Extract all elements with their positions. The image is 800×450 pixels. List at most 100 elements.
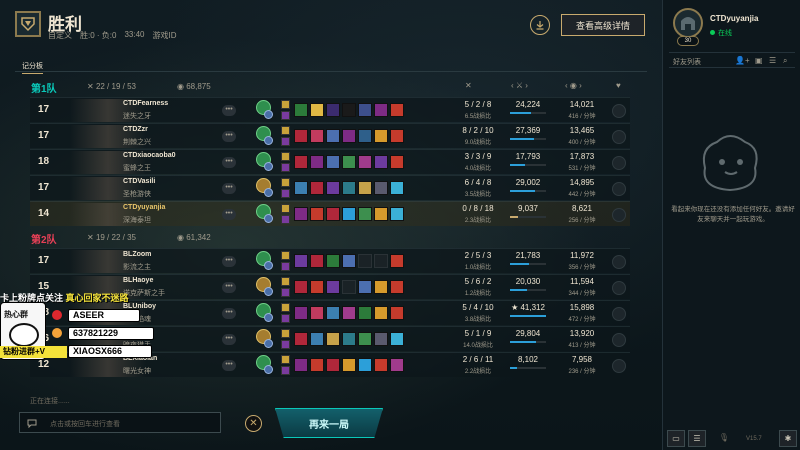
missions-icon[interactable]: ☰ <box>688 430 706 447</box>
summoner-spell-icon[interactable] <box>281 262 290 271</box>
help-icon[interactable]: ✱ <box>779 430 797 447</box>
summoner-name[interactable]: CTDZzr <box>123 126 148 133</box>
item-icon[interactable] <box>342 181 356 195</box>
more-options-button[interactable]: ••• <box>222 105 236 116</box>
search-icon[interactable]: ⌕ <box>783 56 787 66</box>
item-icon[interactable] <box>358 155 372 169</box>
player-row[interactable]: 17 CTDFearness 迷失之牙 ••• 5 / 2 / 8 6.5战损比 24,22… <box>30 97 630 122</box>
summoner-spell-icon[interactable] <box>281 111 290 120</box>
item-icon[interactable] <box>310 280 324 294</box>
item-icon[interactable] <box>310 358 324 372</box>
flash-spell-icon[interactable] <box>281 303 290 312</box>
more-options-button[interactable]: ••• <box>222 157 236 168</box>
item-icon[interactable] <box>294 181 308 195</box>
summoner-spell-icon[interactable] <box>281 215 290 224</box>
item-icon[interactable] <box>374 129 388 143</box>
honor-button[interactable] <box>612 208 626 222</box>
flash-spell-icon[interactable] <box>281 100 290 109</box>
player-row[interactable]: 14 CTDyuyanjia 深海泰坦 ••• 0 / 8 / 18 2.3战损比 9,03… <box>30 201 630 226</box>
close-button[interactable]: ✕ <box>245 415 262 432</box>
item-icon[interactable] <box>326 155 340 169</box>
item-icon[interactable] <box>310 254 324 268</box>
item-icon[interactable] <box>374 181 388 195</box>
item-icon[interactable] <box>342 306 356 320</box>
item-icon[interactable] <box>358 207 372 221</box>
chat-input[interactable]: 点击或按回车进行查看 <box>19 412 221 433</box>
item-icon[interactable] <box>390 103 404 117</box>
item-icon[interactable] <box>294 129 308 143</box>
item-icon[interactable] <box>326 207 340 221</box>
damage-column-icon[interactable]: ‹ ⚔ › <box>511 81 528 90</box>
item-icon[interactable] <box>374 103 388 117</box>
add-folder-icon[interactable]: ▣ <box>755 56 763 65</box>
item-icon[interactable] <box>342 358 356 372</box>
more-options-button[interactable]: ••• <box>222 334 236 345</box>
item-icon[interactable] <box>310 181 324 195</box>
honor-button[interactable] <box>612 359 626 373</box>
item-icon[interactable] <box>390 306 404 320</box>
item-icon[interactable] <box>310 155 324 169</box>
flash-spell-icon[interactable] <box>281 152 290 161</box>
summoner-spell-icon[interactable] <box>281 189 290 198</box>
item-icon[interactable] <box>390 207 404 221</box>
profile-username[interactable]: CTDyuyanjia <box>710 14 758 23</box>
item-icon[interactable] <box>294 103 308 117</box>
item-icon[interactable] <box>390 129 404 143</box>
honor-button[interactable] <box>612 255 626 269</box>
item-icon[interactable] <box>390 254 404 268</box>
flash-spell-icon[interactable] <box>281 329 290 338</box>
item-icon[interactable] <box>374 155 388 169</box>
item-icon[interactable] <box>342 207 356 221</box>
item-icon[interactable] <box>358 306 372 320</box>
download-button[interactable] <box>530 15 550 35</box>
item-icon[interactable] <box>358 332 372 346</box>
tab-scoreboard[interactable]: 记分板 <box>22 61 43 74</box>
item-icon[interactable] <box>390 280 404 294</box>
more-options-button[interactable]: ••• <box>222 360 236 371</box>
sort-icon[interactable]: ☰ <box>769 56 776 65</box>
item-icon[interactable] <box>342 103 356 117</box>
item-icon[interactable] <box>326 254 340 268</box>
item-icon[interactable] <box>342 155 356 169</box>
item-icon[interactable] <box>326 332 340 346</box>
game-id-label[interactable]: 游戏ID <box>152 30 176 41</box>
item-icon[interactable] <box>310 103 324 117</box>
flash-spell-icon[interactable] <box>281 277 290 286</box>
item-icon[interactable] <box>310 207 324 221</box>
more-options-button[interactable]: ••• <box>222 256 236 267</box>
item-icon[interactable] <box>358 129 372 143</box>
item-icon[interactable] <box>358 181 372 195</box>
mic-icon[interactable]: 🎙 <box>715 430 733 447</box>
summoner-name[interactable]: BLHaoye <box>123 277 153 284</box>
item-icon[interactable] <box>390 332 404 346</box>
item-icon[interactable] <box>294 155 308 169</box>
item-icon[interactable] <box>294 280 308 294</box>
item-icon[interactable] <box>358 280 372 294</box>
add-friend-icon[interactable]: 👤+ <box>735 56 750 65</box>
play-again-button[interactable]: 再来一局 <box>275 408 383 438</box>
summoner-name[interactable]: CTDyuyanjia <box>123 204 165 211</box>
honor-button[interactable] <box>612 281 626 295</box>
player-row[interactable]: 18 CTDxiaocaoba0 蜜蜂之王 ••• 3 / 3 / 9 4.0战损比 17,… <box>30 149 630 174</box>
item-icon[interactable] <box>294 306 308 320</box>
honor-button[interactable] <box>612 182 626 196</box>
summoner-spell-icon[interactable] <box>281 163 290 172</box>
summoner-spell-icon[interactable] <box>281 288 290 297</box>
honor-button[interactable] <box>612 130 626 144</box>
flash-spell-icon[interactable] <box>281 126 290 135</box>
more-options-button[interactable]: ••• <box>222 183 236 194</box>
more-options-button[interactable]: ••• <box>222 131 236 142</box>
item-icon[interactable] <box>310 332 324 346</box>
item-icon[interactable] <box>374 280 388 294</box>
summoner-name[interactable]: BLZoom <box>123 251 151 258</box>
summoner-spell-icon[interactable] <box>281 137 290 146</box>
player-row[interactable]: 17 CTDVasili 圣枪游侠 ••• 6 / 4 / 8 3.5战损比 29,002 1… <box>30 175 630 200</box>
summoner-name[interactable]: CTDxiaocaoba0 <box>123 152 176 159</box>
item-icon[interactable] <box>342 332 356 346</box>
summoner-spell-icon[interactable] <box>281 314 290 323</box>
more-options-button[interactable]: ••• <box>222 209 236 220</box>
item-icon[interactable] <box>326 306 340 320</box>
more-options-button[interactable]: ••• <box>222 308 236 319</box>
player-row[interactable]: 17 CTDZzr 荆棘之兴 ••• 8 / 2 / 10 9.0战损比 27,369 13,… <box>30 123 630 148</box>
item-icon[interactable] <box>374 207 388 221</box>
